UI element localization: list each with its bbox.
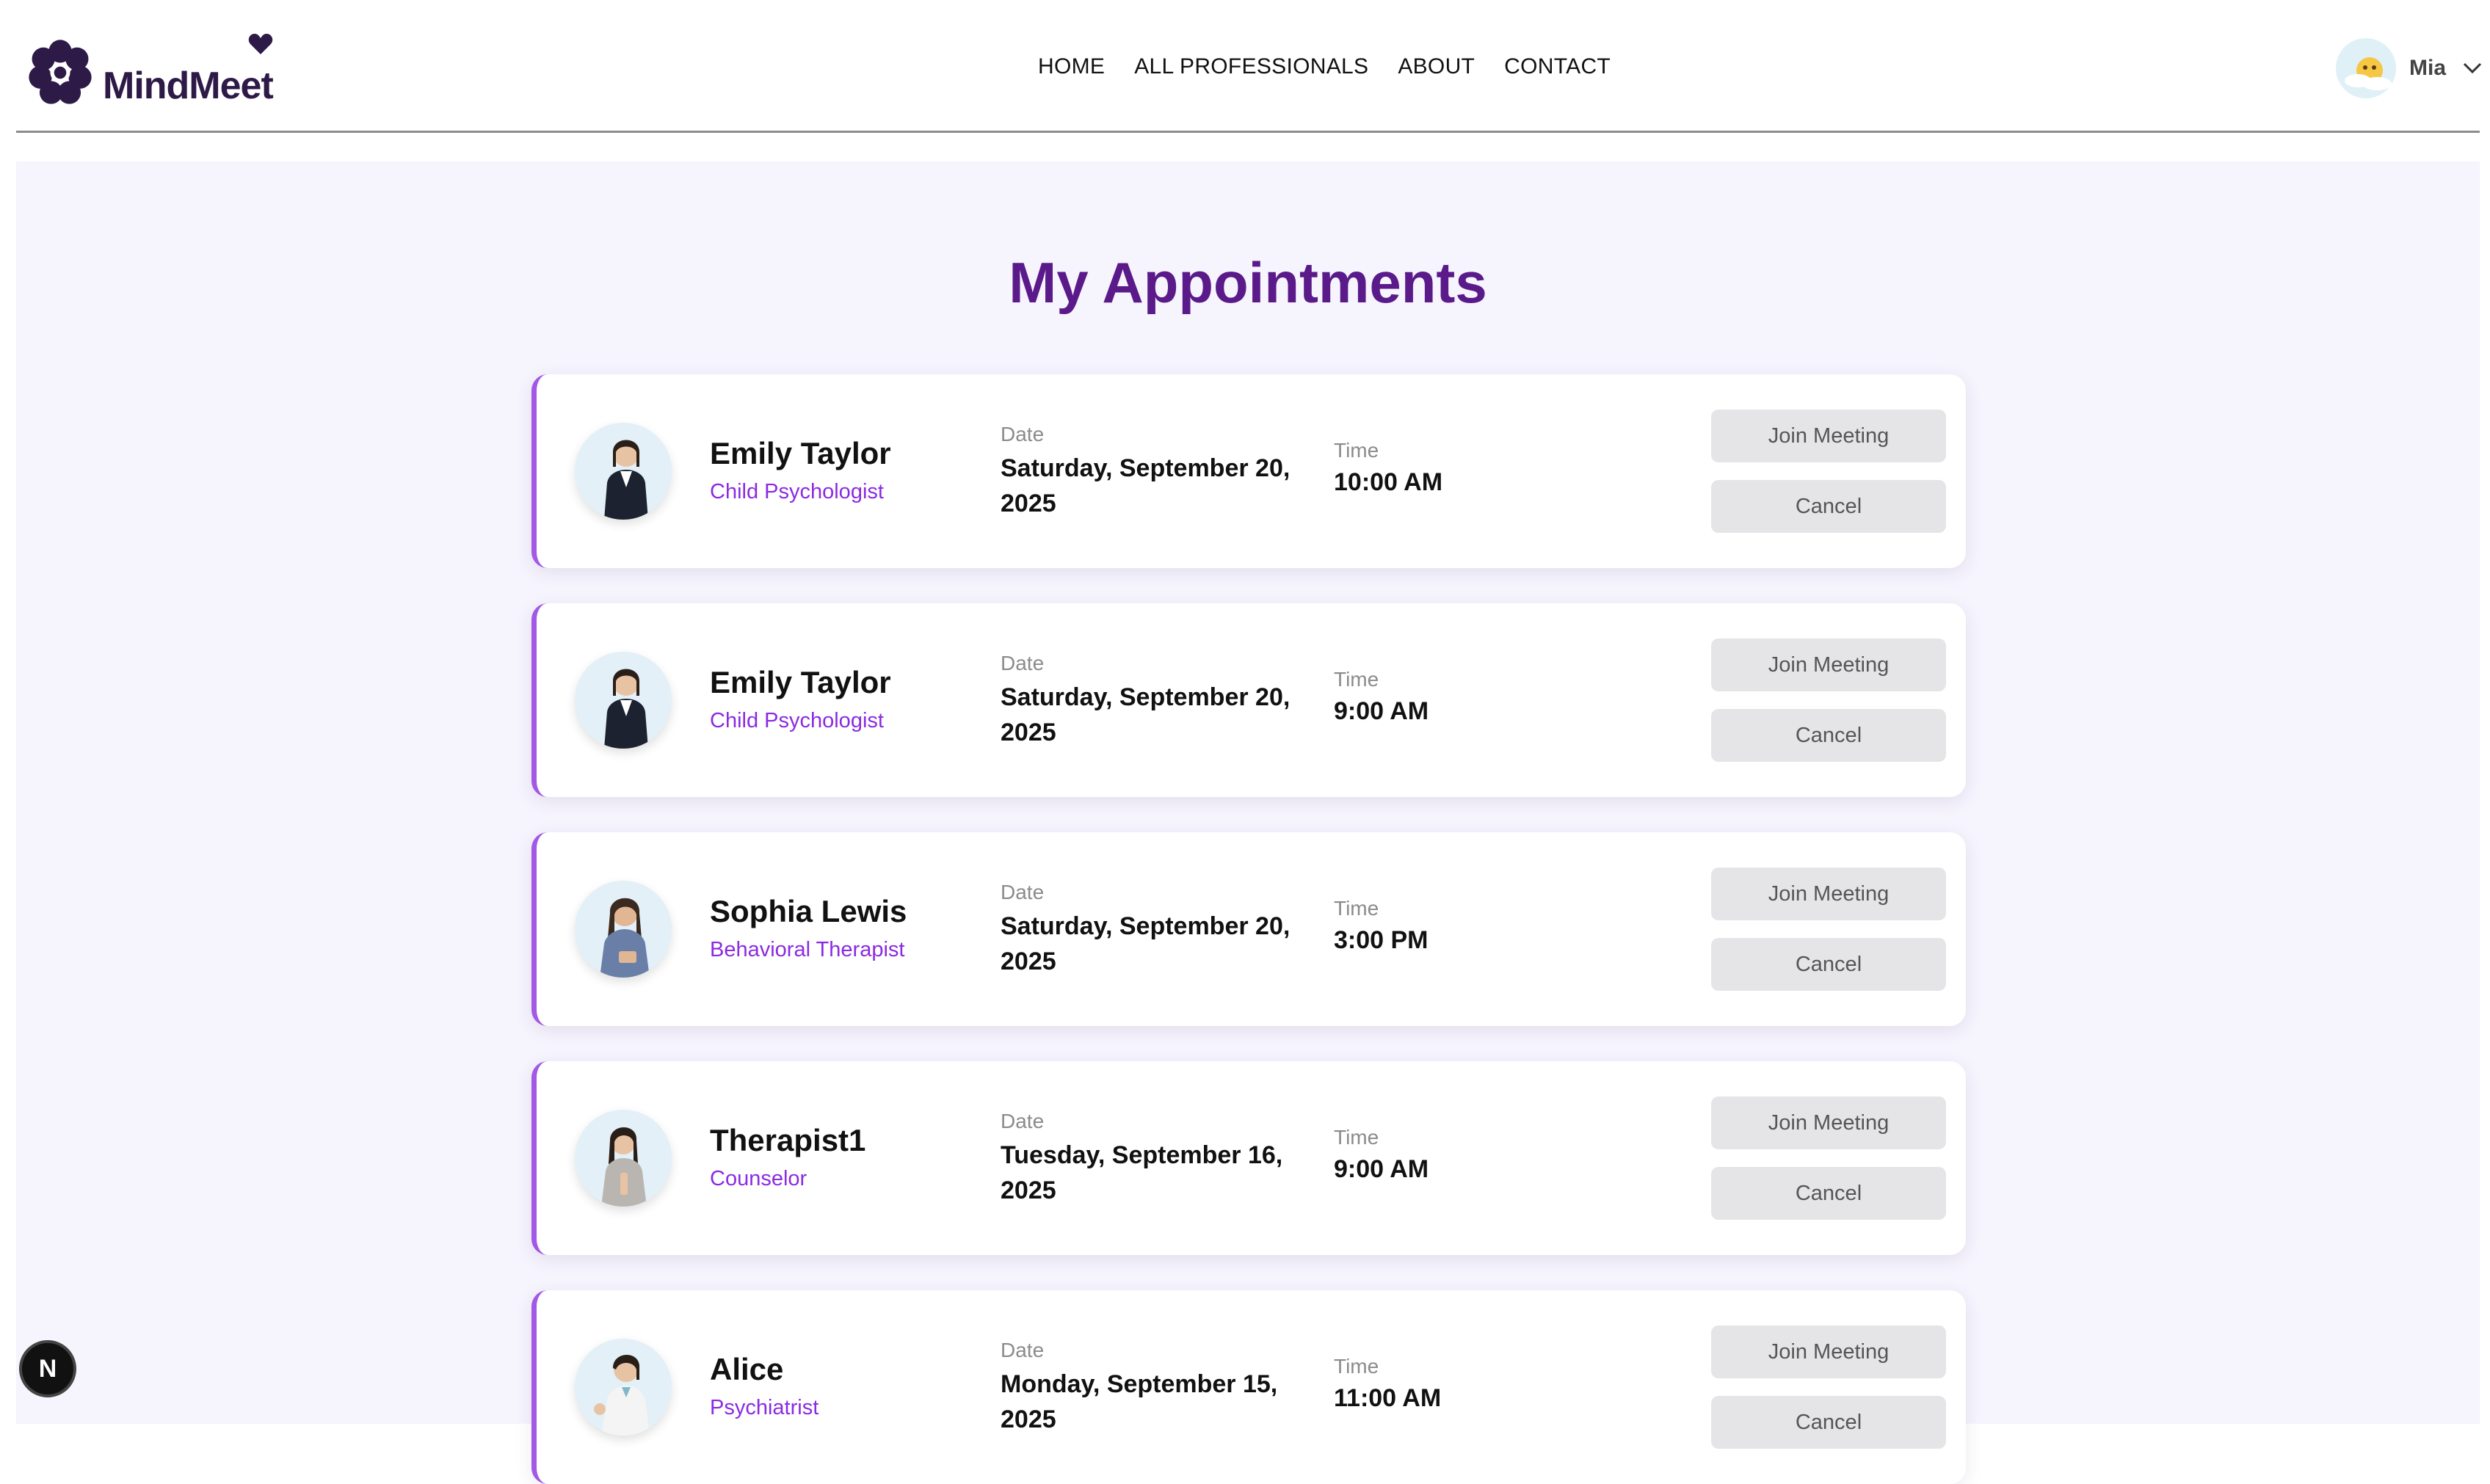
flower-logo-icon (29, 40, 92, 104)
nav-about[interactable]: ABOUT (1398, 54, 1475, 79)
date-label: Date (1001, 1339, 1045, 1361)
professional-role: Psychiatrist (710, 1396, 819, 1419)
appointment-date: Saturday, September 20, 2025 (1001, 454, 1291, 517)
appointment-time: 10:00 AM (1334, 468, 1443, 496)
main-nav: HOME ALL PROFESSIONALS ABOUT CONTACT (1038, 54, 1640, 79)
date-label: Date (1001, 652, 1045, 674)
user-menu[interactable]: Mia (2336, 38, 2483, 98)
join-meeting-button[interactable]: Join Meeting (1711, 639, 1946, 691)
professional-role: Child Psychologist (710, 480, 884, 503)
top-navbar: MindMeet HOME ALL PROFESSIONALS ABOUT CO… (0, 0, 2490, 132)
appointment-date: Monday, September 15, 2025 (1001, 1370, 1278, 1433)
user-name: Mia (2409, 56, 2447, 80)
chevron-down-icon[interactable] (2462, 62, 2483, 75)
avatar (575, 1110, 672, 1207)
time-label: Time (1334, 439, 1379, 462)
cancel-button[interactable]: Cancel (1711, 1396, 1946, 1449)
time-label: Time (1334, 897, 1379, 920)
appointment-time: 9:00 AM (1334, 697, 1429, 725)
appointment-time: 11:00 AM (1334, 1384, 1442, 1412)
appointment-card: Emily Taylor Child Psychologist Date Sat… (531, 374, 1966, 568)
avatar (575, 881, 672, 978)
appointment-date: Tuesday, September 16, 2025 (1001, 1141, 1283, 1204)
cancel-button[interactable]: Cancel (1711, 1167, 1946, 1220)
appointment-date: Saturday, September 20, 2025 (1001, 912, 1291, 975)
date-label: Date (1001, 881, 1045, 903)
time-label: Time (1334, 668, 1379, 691)
nav-home[interactable]: HOME (1038, 54, 1105, 79)
date-label: Date (1001, 423, 1045, 445)
professional-name: Sophia Lewis (710, 894, 907, 928)
appointment-card: Sophia Lewis Behavioral Therapist Date S… (531, 832, 1966, 1026)
cancel-button[interactable]: Cancel (1711, 938, 1946, 991)
cancel-button[interactable]: Cancel (1711, 480, 1946, 533)
professional-role: Child Psychologist (710, 709, 884, 732)
join-meeting-button[interactable]: Join Meeting (1711, 410, 1946, 462)
appointment-time: 9:00 AM (1334, 1155, 1429, 1183)
join-meeting-button[interactable]: Join Meeting (1711, 1096, 1946, 1149)
avatar (575, 652, 672, 749)
brand-logo[interactable]: MindMeet (22, 32, 274, 113)
professional-name: Alice (710, 1352, 784, 1386)
cancel-button[interactable]: Cancel (1711, 709, 1946, 762)
join-meeting-button[interactable]: Join Meeting (1711, 1325, 1946, 1378)
appointments-page: My Appointments Emily Taylor Child Psych… (16, 161, 2480, 1484)
professional-name: Therapist1 (710, 1123, 866, 1157)
professional-name: Emily Taylor (710, 436, 891, 470)
professional-role: Counselor (710, 1167, 807, 1190)
dev-badge-letter: N (38, 1354, 57, 1383)
page-title: My Appointments (1009, 250, 1487, 315)
time-label: Time (1334, 1126, 1379, 1149)
appointment-card: Emily Taylor Child Psychologist Date Sat… (531, 603, 1966, 797)
professional-role: Behavioral Therapist (710, 938, 905, 961)
nav-all-professionals[interactable]: ALL PROFESSIONALS (1134, 54, 1368, 79)
appointment-card: Therapist1 Counselor Date Tuesday, Septe… (531, 1061, 1966, 1255)
brand-name: MindMeet (103, 65, 274, 107)
header-divider (16, 131, 2480, 133)
appointment-card: Alice Psychiatrist Date Monday, Septembe… (531, 1290, 1966, 1484)
avatar (575, 423, 672, 520)
avatar (575, 1339, 672, 1436)
nav-contact[interactable]: CONTACT (1504, 54, 1611, 79)
join-meeting-button[interactable]: Join Meeting (1711, 868, 1946, 920)
dev-tools-badge[interactable]: N (19, 1340, 76, 1397)
appointment-time: 3:00 PM (1334, 926, 1429, 954)
avatar (2336, 38, 2396, 98)
heart-icon (248, 34, 272, 54)
professional-name: Emily Taylor (710, 665, 891, 699)
appointment-date: Saturday, September 20, 2025 (1001, 683, 1291, 746)
time-label: Time (1334, 1355, 1379, 1378)
date-label: Date (1001, 1110, 1045, 1132)
